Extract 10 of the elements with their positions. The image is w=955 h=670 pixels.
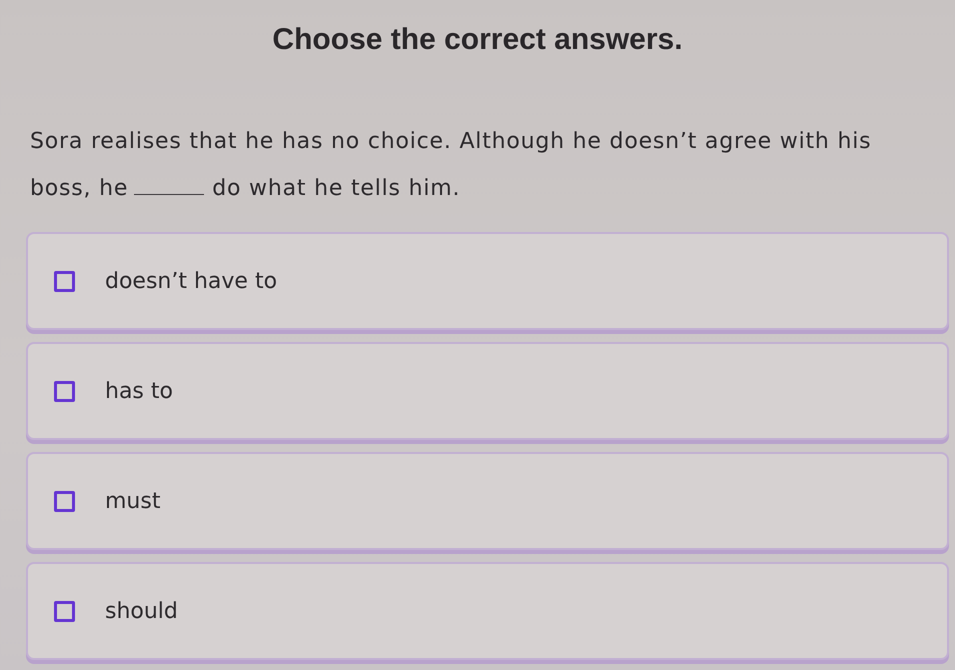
checkbox[interactable] — [54, 380, 75, 402]
option-label: must — [105, 488, 160, 514]
checkbox[interactable] — [54, 270, 75, 292]
question-text: Sora realises that he has no choice. Although he doesn’t agree with his boss, he do what he tells him. — [30, 128, 872, 203]
option-label: should — [105, 598, 178, 624]
checkbox[interactable] — [54, 490, 75, 512]
option-label: has to — [105, 378, 173, 404]
exercise-title: Choose the correct answers. — [272, 22, 683, 58]
checkbox[interactable] — [54, 600, 75, 622]
option-label: doesn’t have to — [105, 268, 278, 294]
